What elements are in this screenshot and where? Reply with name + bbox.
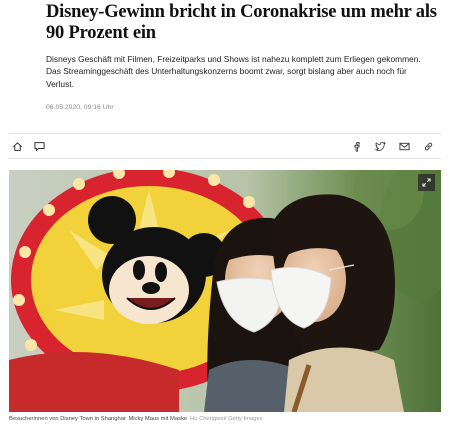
facebook-icon[interactable]: [349, 139, 363, 153]
article-toolbar: [9, 133, 441, 159]
twitter-icon[interactable]: [373, 139, 387, 153]
photo-caption: Besucherinnen von Disney Town in Shangha…: [9, 416, 188, 422]
comment-icon[interactable]: [32, 139, 46, 153]
article-headline: Disney-Gewinn bricht in Coronakrise um m…: [46, 2, 437, 43]
expand-photo-button[interactable]: [418, 174, 435, 191]
publish-timestamp: 06.05.2020, 09:16 Uhr: [46, 104, 114, 111]
photo-illustration: [9, 170, 441, 412]
article-photo[interactable]: [9, 170, 441, 412]
expand-icon: [422, 178, 431, 187]
mail-icon[interactable]: [397, 139, 411, 153]
link-icon[interactable]: [421, 139, 435, 153]
photo-caption-row: Besucherinnen von Disney Town in Shangha…: [9, 416, 441, 422]
photo-credit: Hu Chengwei/ Getty Images: [190, 416, 263, 422]
home-icon[interactable]: [10, 139, 24, 153]
article-lead: Disneys Geschäft mit Filmen, Freizeitpar…: [46, 54, 421, 89]
